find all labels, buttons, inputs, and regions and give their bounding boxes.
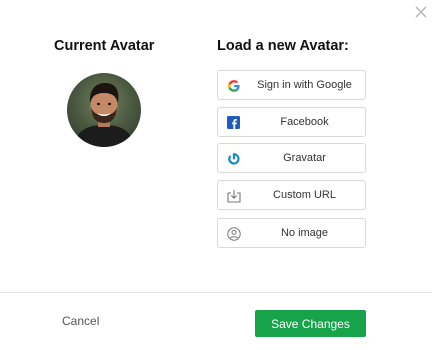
- google-icon: [226, 78, 241, 93]
- footer-divider: [0, 292, 432, 293]
- no-image-button[interactable]: No image: [217, 218, 366, 248]
- close-icon: [415, 6, 427, 18]
- download-icon: [226, 188, 241, 203]
- cancel-button[interactable]: Cancel: [62, 314, 99, 328]
- gravatar-icon: [226, 151, 241, 166]
- google-signin-button[interactable]: Sign in with Google: [217, 70, 366, 100]
- current-avatar-title: Current Avatar: [54, 38, 155, 54]
- save-changes-button[interactable]: Save Changes: [255, 310, 366, 337]
- load-avatar-title: Load a new Avatar:: [217, 38, 349, 54]
- gravatar-button[interactable]: Gravatar: [217, 143, 366, 173]
- close-button[interactable]: [413, 4, 429, 20]
- facebook-icon: [226, 115, 241, 130]
- user-icon: [226, 226, 241, 241]
- custom-url-button[interactable]: Custom URL: [217, 180, 366, 210]
- current-avatar-image: [67, 73, 141, 147]
- facebook-button[interactable]: Facebook: [217, 107, 366, 137]
